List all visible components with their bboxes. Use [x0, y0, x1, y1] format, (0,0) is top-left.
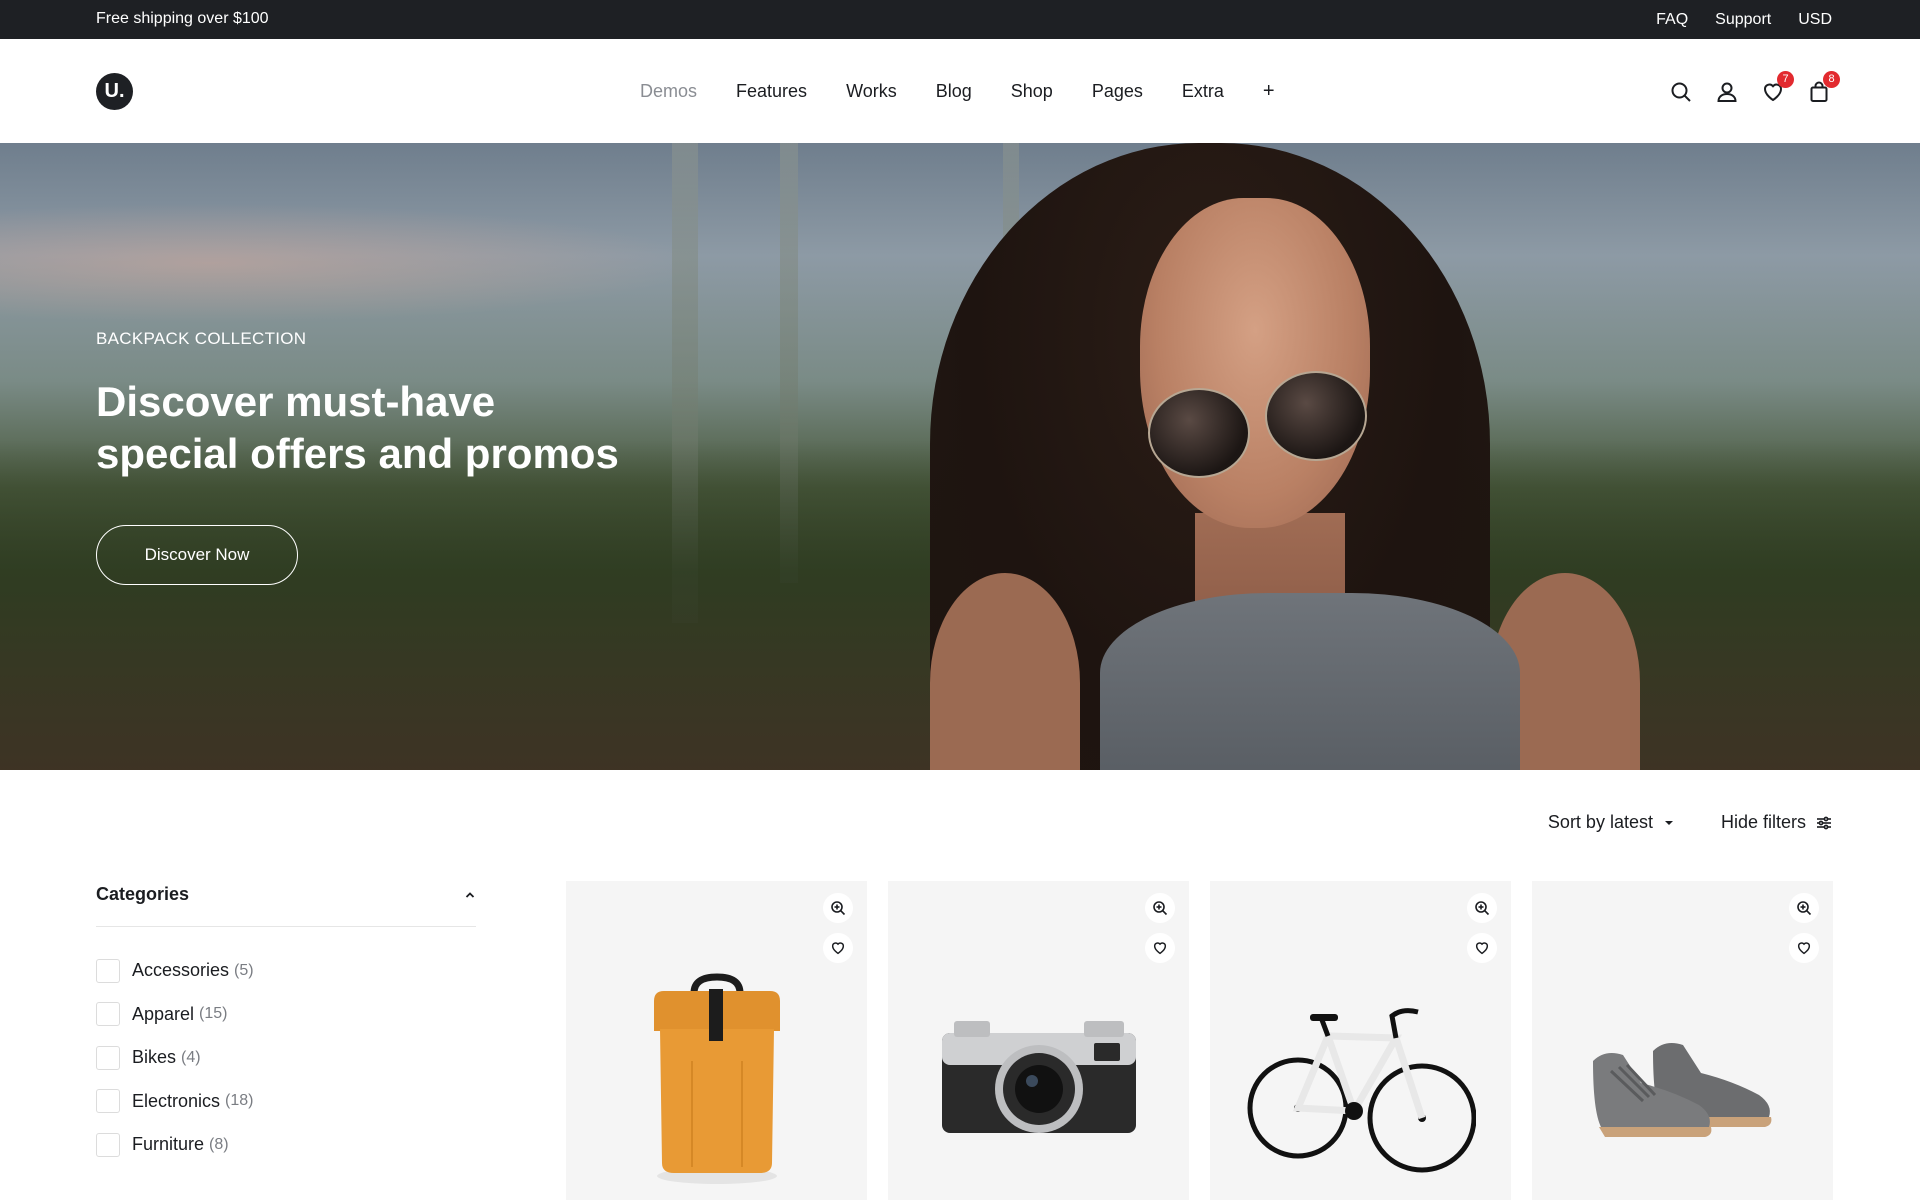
hide-filters-button[interactable]: Hide filters	[1721, 812, 1832, 833]
zoom-in-icon	[1153, 901, 1168, 916]
category-checkbox[interactable]	[96, 1002, 120, 1027]
nav-item-features[interactable]: Features	[736, 81, 807, 102]
hero-sky-glow	[0, 203, 700, 323]
sliders-icon	[1817, 816, 1831, 829]
category-item-electronics[interactable]: Electronics (18)	[96, 1080, 476, 1124]
category-count: (5)	[234, 961, 254, 979]
categories-accordion-header[interactable]: Categories	[96, 877, 476, 927]
add-to-wishlist-button[interactable]	[1145, 933, 1175, 963]
hero-model-image	[930, 143, 1690, 770]
hero-banner: BACKPACK COLLECTION Discover must-have s…	[0, 143, 1920, 770]
category-count: (4)	[181, 1048, 201, 1066]
product-image	[1210, 961, 1511, 1200]
sunglasses-lens-right	[1265, 371, 1367, 461]
sneakers-icon	[1592, 1043, 1771, 1137]
product-image	[888, 961, 1189, 1200]
category-name: Electronics	[132, 1090, 221, 1111]
category-item-apparel[interactable]: Apparel (15)	[96, 993, 476, 1037]
topbar-links: FAQ Support USD	[1656, 0, 1832, 39]
nav-item-works[interactable]: Works	[846, 81, 897, 102]
header-actions: 7 8	[1668, 71, 1840, 109]
add-to-wishlist-button[interactable]	[823, 933, 853, 963]
site-logo[interactable]: U.	[96, 73, 133, 110]
quick-view-button[interactable]	[1145, 893, 1175, 923]
discover-now-button[interactable]: Discover Now	[96, 525, 298, 585]
product-image	[1532, 961, 1833, 1200]
nav-item-more[interactable]: +	[1263, 80, 1275, 103]
product-card[interactable]	[1210, 881, 1511, 1200]
shop-toolbar: Sort by latest Hide filters	[1548, 812, 1832, 833]
zoom-in-icon	[1797, 901, 1812, 916]
category-list: Accessories (5) Apparel (15) Bikes (4) E…	[96, 949, 476, 1167]
cart-button[interactable]: 8	[1806, 71, 1840, 105]
hero-model-face	[1140, 198, 1370, 528]
hero-headline-line-1: Discover must-have	[96, 378, 496, 425]
nav-item-shop[interactable]: Shop	[1011, 81, 1053, 102]
category-item-accessories[interactable]: Accessories (5)	[96, 949, 476, 993]
heart-icon	[1153, 942, 1167, 955]
quick-view-button[interactable]	[1789, 893, 1819, 923]
category-item-bikes[interactable]: Bikes (4)	[96, 1036, 476, 1080]
hide-filters-label: Hide filters	[1720, 812, 1806, 832]
category-checkbox[interactable]	[96, 1045, 120, 1070]
backpack-icon	[653, 973, 780, 1184]
category-name: Furniture	[132, 1134, 205, 1155]
currency-selector[interactable]: USD	[1798, 11, 1832, 29]
main-navigation: Demos Features Works Blog Shop Pages Ext…	[640, 39, 1314, 143]
wishlist-button[interactable]: 7	[1760, 71, 1794, 105]
category-count: (18)	[225, 1092, 254, 1110]
hero-headline: Discover must-have special offers and pr…	[96, 376, 696, 480]
bicycle-icon	[1247, 1008, 1476, 1173]
quick-view-button[interactable]	[1467, 893, 1497, 923]
free-shipping-promo: Free shipping over $100	[96, 10, 269, 27]
categories-title: Categories	[96, 884, 190, 904]
category-checkbox[interactable]	[96, 1089, 120, 1114]
category-name: Accessories	[132, 960, 230, 981]
hero-eyebrow: BACKPACK COLLECTION	[96, 329, 307, 348]
category-item-furniture[interactable]: Furniture (8)	[96, 1123, 476, 1167]
category-count: (8)	[209, 1135, 229, 1153]
sort-dropdown[interactable]: Sort by latest	[1548, 812, 1675, 833]
chevron-up-icon	[465, 891, 475, 898]
top-announcement-bar: Free shipping over $100 FAQ Support USD	[0, 0, 1920, 39]
add-to-wishlist-button[interactable]	[1467, 933, 1497, 963]
category-checkbox[interactable]	[96, 1132, 120, 1157]
account-button[interactable]	[1714, 79, 1740, 105]
wishlist-count-badge: 7	[1777, 71, 1794, 88]
product-grid	[566, 881, 1833, 1200]
cart-count-badge: 8	[1823, 71, 1840, 88]
zoom-in-icon	[1475, 901, 1490, 916]
search-icon	[1671, 82, 1691, 102]
add-to-wishlist-button[interactable]	[1789, 933, 1819, 963]
nav-item-extra[interactable]: Extra	[1182, 81, 1224, 102]
heart-icon	[1475, 942, 1489, 955]
product-card[interactable]	[566, 881, 867, 1200]
filter-sidebar: Categories Accessories (5) Apparel (15) …	[96, 877, 476, 1167]
heart-icon	[1797, 942, 1811, 955]
hero-model-top	[1100, 593, 1520, 770]
user-icon	[1717, 82, 1737, 102]
category-count: (15)	[199, 1005, 228, 1023]
sunglasses-lens-left	[1148, 388, 1250, 478]
sort-label: Sort by latest	[1547, 812, 1653, 832]
faq-link[interactable]: FAQ	[1656, 11, 1688, 29]
product-card[interactable]	[888, 881, 1189, 1200]
nav-item-pages[interactable]: Pages	[1092, 81, 1143, 102]
hero-headline-line-2: special offers and promos	[96, 430, 619, 477]
search-button[interactable]	[1668, 79, 1694, 105]
category-checkbox[interactable]	[96, 958, 120, 983]
support-link[interactable]: Support	[1715, 11, 1771, 29]
category-name: Apparel	[132, 1003, 195, 1024]
camera-icon	[941, 1021, 1136, 1133]
nav-item-demos[interactable]: Demos	[640, 81, 697, 102]
quick-view-button[interactable]	[823, 893, 853, 923]
caret-down-icon	[1664, 820, 1673, 825]
site-header: U. Demos Features Works Blog Shop Pages …	[0, 39, 1920, 143]
product-card[interactable]	[1532, 881, 1833, 1200]
heart-icon	[831, 942, 845, 955]
category-name: Bikes	[132, 1047, 177, 1068]
product-image	[566, 961, 867, 1200]
nav-item-blog[interactable]: Blog	[936, 81, 972, 102]
zoom-in-icon	[831, 901, 846, 916]
